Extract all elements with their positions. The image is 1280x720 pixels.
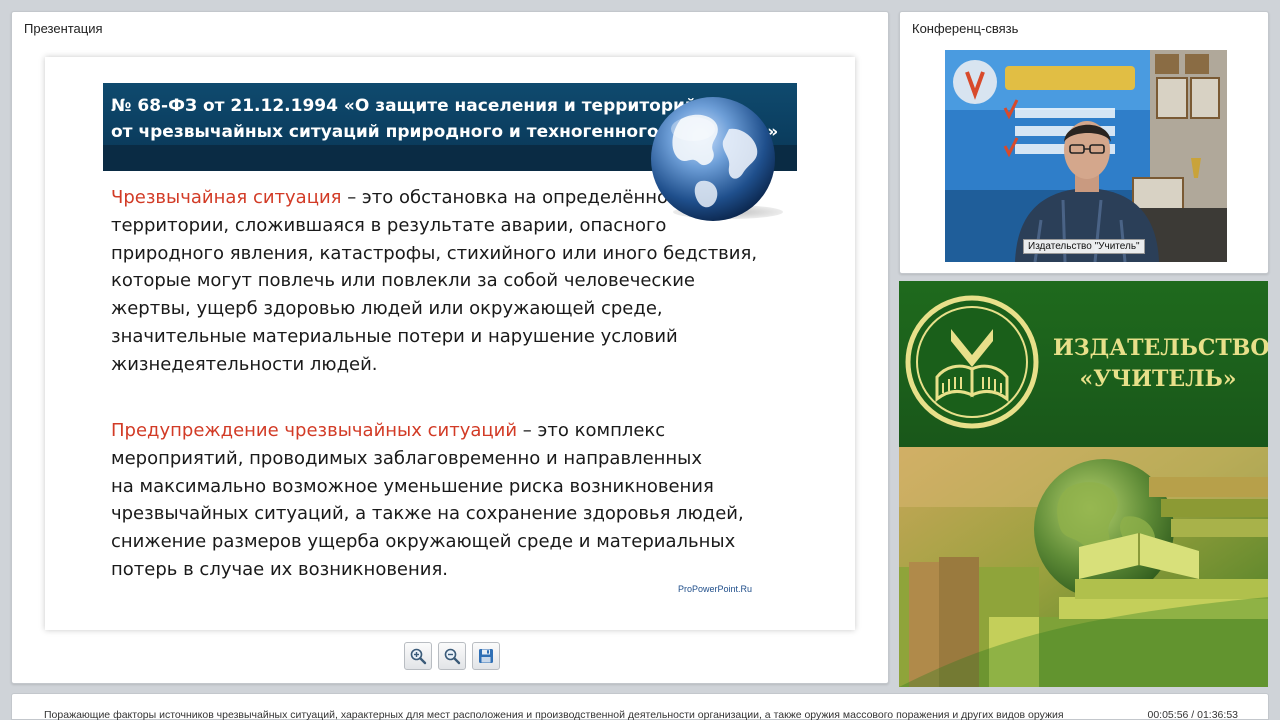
floppy-disk-icon bbox=[479, 649, 493, 663]
term-emergency: Чрезвычайная ситуация bbox=[111, 187, 342, 208]
lecture-title: Поражающие факторы источников чрезвычайн… bbox=[44, 709, 1064, 720]
publisher-name-line2: «УЧИТЕЛЬ» bbox=[1079, 366, 1237, 392]
zoom-in-button[interactable] bbox=[404, 642, 432, 670]
zoom-out-icon bbox=[444, 648, 461, 665]
slide: № 68-ФЗ от 21.12.1994 «О защите населени… bbox=[45, 57, 855, 630]
definition-text: значительные материальные потери и наруш… bbox=[111, 325, 678, 347]
publisher-name-line1: ИЗДАТЕЛЬСТВО bbox=[1053, 335, 1268, 361]
definition-text: снижение размеров ущерба окружающей сред… bbox=[111, 531, 736, 553]
slide-watermark: ProPowerPoint.Ru bbox=[678, 584, 753, 594]
status-bar: Поражающие факторы источников чрезвычайн… bbox=[11, 693, 1269, 720]
zoom-out-button[interactable] bbox=[438, 642, 466, 670]
definition-text: потерь в случае их возникновения. bbox=[111, 558, 449, 580]
publisher-books-image bbox=[899, 447, 1268, 687]
webcam-frame bbox=[945, 50, 1227, 262]
conference-panel: Конференц-связь Издательство "Учитель" bbox=[899, 11, 1269, 274]
publisher-banner: ИЗДАТЕЛЬСТВО «УЧИТЕЛЬ» bbox=[899, 281, 1268, 687]
definition-text: – это комплекс bbox=[517, 420, 666, 441]
definition-text: чрезвычайных ситуаций, а также на сохран… bbox=[111, 503, 744, 525]
presentation-panel: Презентация № 68-ФЗ от 21.12.1994 «О защ… bbox=[11, 11, 889, 684]
publisher-header: ИЗДАТЕЛЬСТВО «УЧИТЕЛЬ» bbox=[899, 281, 1268, 447]
definition-text: мероприятий, проводимых заблаговременно … bbox=[111, 447, 703, 469]
publisher-name: ИЗДАТЕЛЬСТВО «УЧИТЕЛЬ» bbox=[1053, 333, 1268, 395]
term-prevention: Предупреждение чрезвычайных ситуаций bbox=[111, 420, 518, 441]
definition-text: жертвы, ущерб здоровью людей или окружаю… bbox=[111, 298, 663, 320]
globe-image bbox=[651, 97, 775, 221]
publisher-logo bbox=[905, 295, 1039, 429]
zoom-in-icon bbox=[410, 648, 427, 665]
definition-text: жизнедеятельности людей. bbox=[111, 353, 378, 375]
definition-text: – это обстановка на определённой bbox=[341, 187, 680, 208]
webcam-video: Издательство "Учитель" bbox=[945, 50, 1227, 262]
conference-panel-title: Конференц-связь bbox=[912, 21, 1019, 36]
playback-time: 00:05:56 / 01:36:53 bbox=[1147, 709, 1239, 720]
books-globe-illustration bbox=[899, 447, 1268, 687]
definition-text: природного явления, катастрофы, стихийно… bbox=[111, 242, 758, 264]
definition-text: на максимально возможное уменьшение риск… bbox=[111, 475, 714, 497]
definition-prevention: Предупреждение чрезвычайных ситуаций – э… bbox=[111, 417, 811, 584]
video-caption: Издательство "Учитель" bbox=[1023, 239, 1145, 254]
definition-text: которые могут повлечь или повлекли за со… bbox=[111, 270, 695, 292]
save-button[interactable] bbox=[472, 642, 500, 670]
presentation-panel-title: Презентация bbox=[24, 21, 103, 36]
